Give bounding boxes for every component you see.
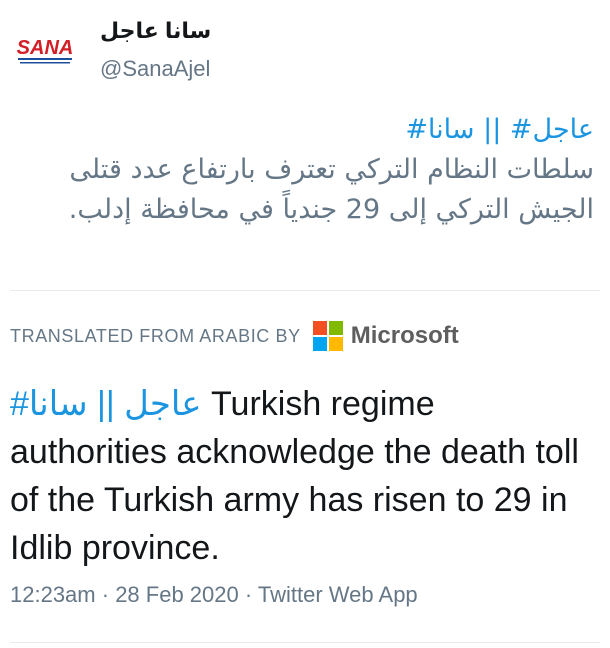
tweet-source[interactable]: Twitter Web App (258, 582, 418, 607)
translated-label: TRANSLATED FROM ARABIC BY (10, 325, 301, 346)
separator-text: || (87, 385, 125, 423)
hashtag-link[interactable]: #سانا (10, 385, 88, 423)
separator-text: || (474, 114, 510, 145)
tweet-meta: 12:23am · 28 Feb 2020 · Twitter Web App (10, 582, 418, 608)
microsoft-label: Microsoft (350, 322, 459, 349)
meta-separator: · (95, 582, 116, 607)
divider (10, 290, 600, 291)
hashtag-link[interactable]: عاجل (124, 385, 201, 423)
tweet-text-arabic: عاجل# || سانا# سلطات النظام التركي تعترف… (34, 110, 594, 230)
hashtag-link[interactable]: سانا# (405, 114, 474, 145)
tweet-date[interactable]: 28 Feb 2020 (115, 582, 239, 607)
divider (10, 642, 600, 643)
hashtag-link[interactable]: عاجل# (510, 114, 594, 145)
avatar[interactable]: SANA (10, 14, 80, 84)
meta-separator: · (238, 582, 258, 607)
user-handle[interactable]: @SanaAjel (100, 56, 210, 82)
translation-attribution: TRANSLATED FROM ARABIC BY Microsoft (10, 318, 459, 354)
tweet-time[interactable]: 12:23am (10, 582, 96, 607)
microsoft-logo-icon (312, 321, 343, 351)
tweet-text-translated: #سانا || عاجل Turkish regime authorities… (10, 380, 595, 572)
tweet-card: SANA سانا عاجل @SanaAjel عاجل# || سانا# … (0, 0, 610, 648)
sana-logo-text: SANA (17, 37, 74, 59)
tweet-body-arabic: سلطات النظام التركي تعترف بارتفاع عدد قت… (68, 154, 594, 225)
display-name[interactable]: سانا عاجل (100, 18, 211, 44)
sana-logo-icon: SANA (10, 14, 80, 84)
